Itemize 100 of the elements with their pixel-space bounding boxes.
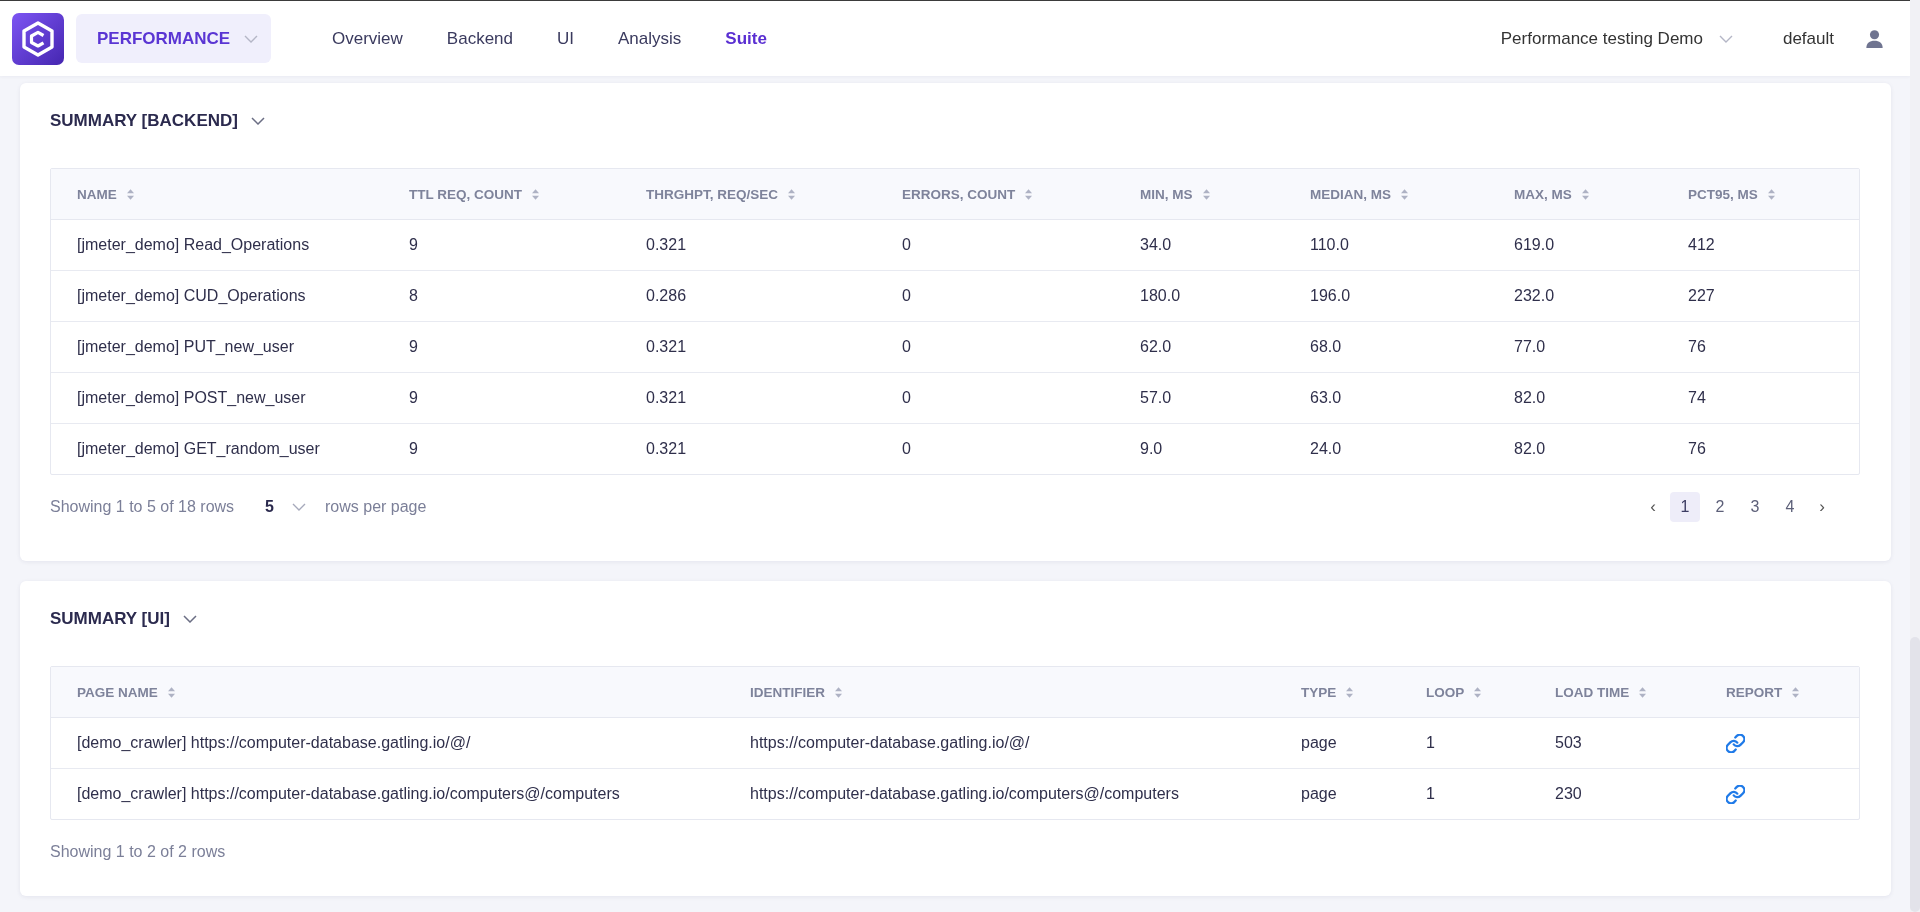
table-cell: 230	[1555, 785, 1582, 803]
nav-tab[interactable]: Backend	[446, 28, 514, 49]
column-header[interactable]: IDENTIFIER	[724, 667, 1275, 717]
table-cell: 0.321	[646, 338, 687, 356]
table-cell: [jmeter_demo] PUT_new_user	[77, 338, 294, 356]
page-button[interactable]: 2	[1705, 492, 1735, 522]
nav-tab[interactable]: UI	[557, 28, 575, 49]
table-cell: 0	[902, 440, 911, 458]
sort-icon	[126, 188, 134, 200]
table-cell: 619.0	[1514, 236, 1555, 254]
sort-icon	[1639, 686, 1647, 698]
table-cell: 63.0	[1310, 389, 1342, 407]
sort-icon	[1474, 686, 1482, 698]
section-title: SUMMARY [BACKEND]	[50, 111, 238, 131]
nav-tab[interactable]: Overview	[332, 28, 403, 49]
table-cell: 57.0	[1140, 389, 1172, 407]
page-button[interactable]: 4	[1775, 492, 1805, 522]
table-cell: [jmeter_demo] CUD_Operations	[77, 287, 306, 305]
table-cell: [demo_crawler] https://computer-database.gatling.io/@/	[77, 734, 471, 752]
nav-tab[interactable]: Suite	[725, 28, 767, 49]
table-cell: 1	[1426, 734, 1435, 752]
column-header[interactable]: LOOP	[1400, 667, 1529, 717]
sort-icon	[835, 686, 842, 698]
column-header[interactable]: MAX, MS	[1488, 169, 1662, 219]
project-selector[interactable]: Performance testing Demo	[1500, 28, 1733, 49]
table-cell: page	[1301, 785, 1337, 803]
sort-icon	[532, 188, 539, 200]
hexagon-logo-icon[interactable]	[12, 12, 64, 65]
column-header[interactable]: REPORT	[1700, 667, 1859, 717]
table-cell: 0.321	[646, 389, 687, 407]
table-cell: 180.0	[1140, 287, 1181, 305]
table-cell: [jmeter_demo] POST_new_user	[77, 389, 306, 407]
rows-per-page-label: rows per page	[325, 498, 427, 516]
sort-icon	[1767, 188, 1775, 200]
table-cell: 0	[902, 389, 911, 407]
section-title: SUMMARY [UI]	[50, 609, 170, 629]
table-cell: 1	[1426, 785, 1435, 803]
sort-icon	[1581, 188, 1589, 200]
table-cell: [jmeter_demo] GET_random_user	[77, 440, 320, 458]
table-cell: 412	[1688, 236, 1715, 254]
column-header[interactable]: TTL REQ, COUNT	[383, 169, 620, 219]
table-cell: 227	[1688, 287, 1715, 305]
table-cell: https://computer-database.gatling.io/computers@/computers	[750, 785, 1179, 803]
rows-summary: Showing 1 to 5 of 18 rows	[50, 498, 235, 516]
nav-tab[interactable]: Analysis	[618, 28, 682, 49]
table-cell: 74	[1688, 389, 1706, 407]
column-header[interactable]: ERRORS, COUNT	[876, 169, 1114, 219]
column-header[interactable]: MEDIAN, MS	[1284, 169, 1488, 219]
sort-icon	[1401, 188, 1408, 200]
column-header[interactable]: PCT95, MS	[1662, 169, 1859, 219]
table-cell: page	[1301, 734, 1337, 752]
table-cell: 77.0	[1514, 338, 1546, 356]
chevron-down-icon[interactable]	[250, 117, 265, 125]
user-name: default	[1782, 28, 1834, 49]
table-cell: [demo_crawler] https://computer-database.gatling.io/computers@/computers	[77, 785, 620, 803]
table-cell: 9	[409, 440, 418, 458]
sort-icon	[167, 686, 175, 698]
table-cell: 68.0	[1310, 338, 1342, 356]
column-header[interactable]: MIN, MS	[1114, 169, 1284, 219]
column-header[interactable]: PAGE NAME	[51, 667, 724, 717]
table-cell: 9	[409, 338, 418, 356]
next-page-button[interactable]: ›	[1810, 492, 1834, 522]
page-button[interactable]: 3	[1740, 492, 1770, 522]
chevron-down-icon	[292, 503, 306, 511]
link-icon[interactable]	[1726, 733, 1745, 753]
table-cell: 82.0	[1514, 440, 1546, 458]
table-cell: 76	[1688, 338, 1706, 356]
user-icon[interactable]	[1866, 29, 1883, 48]
sort-icon	[1025, 188, 1033, 200]
chevron-down-icon[interactable]	[182, 615, 197, 623]
link-icon[interactable]	[1726, 784, 1745, 804]
table-cell: https://computer-database.gatling.io/@/	[750, 734, 1030, 752]
previous-page-button[interactable]: ‹	[1641, 492, 1665, 522]
table-cell: 0	[902, 338, 911, 356]
table-cell: 34.0	[1140, 236, 1172, 254]
table-cell: 76	[1688, 440, 1706, 458]
table-cell: 82.0	[1514, 389, 1546, 407]
table-cell: 110.0	[1310, 236, 1349, 254]
chevron-down-icon	[1718, 34, 1733, 43]
table-cell: 8	[409, 287, 418, 305]
table-cell: 0	[902, 236, 911, 254]
table-cell: 24.0	[1310, 440, 1342, 458]
table-cell: 0	[902, 287, 911, 305]
table-cell: 0.321	[646, 236, 687, 254]
table-cell: 232.0	[1514, 287, 1555, 305]
column-header[interactable]: NAME	[51, 169, 383, 219]
table-cell: 9	[409, 236, 418, 254]
table-cell: 9.0	[1140, 440, 1163, 458]
product-switcher[interactable]: PERFORMANCE	[76, 14, 271, 63]
column-header[interactable]: TYPE	[1275, 667, 1400, 717]
chevron-down-icon	[244, 34, 258, 43]
column-header[interactable]: LOAD TIME	[1529, 667, 1700, 717]
table-cell: 9	[409, 389, 418, 407]
table-cell: 62.0	[1140, 338, 1172, 356]
page-size-select[interactable]: 5	[265, 498, 306, 516]
sort-icon	[1202, 188, 1210, 200]
table-cell: 196.0	[1310, 287, 1351, 305]
table-cell: 0.286	[646, 287, 687, 305]
page-button[interactable]: 1	[1670, 492, 1700, 522]
column-header[interactable]: THRGHPT, REQ/SEC	[620, 169, 876, 219]
